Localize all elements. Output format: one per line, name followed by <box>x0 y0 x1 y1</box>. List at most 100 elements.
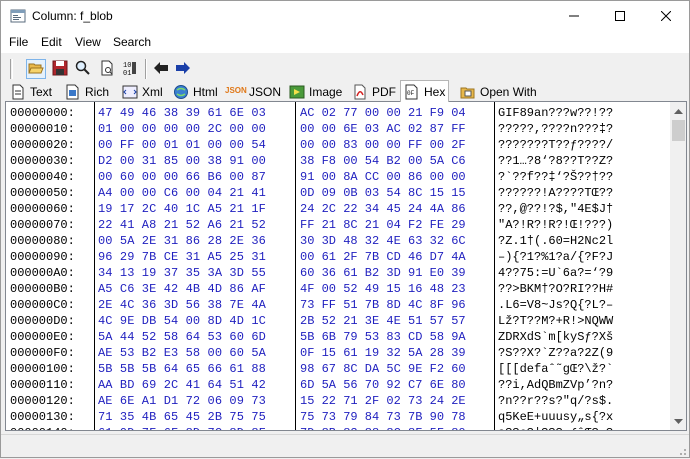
hex-bytes-group-2: 4F 00 52 49 15 16 48 23 <box>300 282 466 296</box>
hex-viewer[interactable]: 00000000: 47 49 46 38 39 61 6E 03 AC 02 77… <box>5 101 687 431</box>
hex-ascii: ??1…?8‘?8??T??Z? <box>498 154 614 168</box>
hex-bytes-group-1: 4C 9E DB 54 00 8D 4D 1C <box>98 314 266 328</box>
application-window: Column: f_blob File Edit View Search 10 … <box>0 0 690 458</box>
menu-file[interactable]: File <box>9 35 28 49</box>
tab-xml[interactable]: Xml <box>119 82 166 101</box>
hex-ascii: Lž?T??M?+R!>NQWW <box>498 314 614 328</box>
hex-row[interactable]: 00000020: 00 FF 00 01 01 00 00 54 00 00 83… <box>6 137 670 153</box>
find-icon <box>75 60 91 79</box>
svg-text:0F: 0F <box>407 90 415 97</box>
tab-image[interactable]: Image <box>286 82 345 101</box>
hex-row[interactable]: 000000B0: A5 C6 3E 42 4B 4D 86 AF 4F 00 52… <box>6 281 670 297</box>
hex-row[interactable]: 00000110: AA BD 69 2C 41 64 51 42 6D 5A 56… <box>6 377 670 393</box>
hex-bytes-group-1: 71 35 4B 65 45 2B 75 75 <box>98 410 266 424</box>
hex-row[interactable]: 00000090: 96 29 7B CE 31 A5 25 31 00 61 2F… <box>6 249 670 265</box>
tab-hex[interactable]: 0F Hex <box>400 80 450 102</box>
tab-hex-label: Hex <box>424 84 446 99</box>
back-button[interactable] <box>151 59 171 79</box>
vertical-scrollbar[interactable] <box>670 102 686 430</box>
hex-address: 00000100: <box>10 362 75 376</box>
hex-ascii: ??>BKM†?O?RI??H# <box>498 282 614 296</box>
tab-image-label: Image <box>309 84 343 99</box>
tab-pdf[interactable]: PDF <box>349 82 399 101</box>
svg-text:01: 01 <box>123 70 131 76</box>
tab-text[interactable]: Text <box>7 82 55 101</box>
json-icon: JSON <box>225 85 247 95</box>
hex-bytes-group-1: 22 41 A8 21 52 A6 21 52 <box>98 218 266 232</box>
hex-row[interactable]: 00000120: AE 6E A1 D1 72 06 09 73 15 22 71… <box>6 393 670 409</box>
hex-ascii: q5KeE+uuusy„s{?x <box>498 410 614 424</box>
menu-bar: File Edit View Search <box>1 31 689 53</box>
hex-address: 00000000: <box>10 106 75 120</box>
hex-row[interactable]: 00000000: 47 49 46 38 39 61 6E 03 AC 02 77… <box>6 105 670 121</box>
hex-bytes-group-1: AE 6E A1 D1 72 06 09 73 <box>98 394 266 408</box>
menu-edit[interactable]: Edit <box>41 35 62 49</box>
hex-bytes-group-1: 00 60 00 00 66 B6 00 87 <box>98 170 266 184</box>
hex-row[interactable]: 00000140: 61 9D 7F 6F 8D 7C 8D 8F 7D 8B 83… <box>6 425 670 430</box>
toolbar-separator <box>145 59 147 79</box>
hex-ascii: [[[defaˆ˜gŒ?\ž?` <box>498 362 614 376</box>
tab-xml-label: Xml <box>142 84 163 99</box>
save-button[interactable] <box>50 59 70 79</box>
hex-bytes-group-2: 60 36 61 B2 3D 91 E0 39 <box>300 266 466 280</box>
find-button[interactable] <box>73 59 93 79</box>
tab-json-label: JSON <box>249 84 282 99</box>
hex-row[interactable]: 00000040: 00 60 00 00 66 B6 00 87 91 00 8A… <box>6 169 670 185</box>
hex-row[interactable]: 00000100: 5B 5B 5B 64 65 66 61 88 98 67 8C… <box>6 361 670 377</box>
hex-address: 00000080: <box>10 234 75 248</box>
tab-html[interactable]: Html <box>170 82 221 101</box>
hex-bytes-group-1: 96 29 7B CE 31 A5 25 31 <box>98 250 266 264</box>
menu-search[interactable]: Search <box>113 35 151 49</box>
hex-bytes-group-1: 34 13 19 37 35 3A 3D 55 <box>98 266 266 280</box>
forward-arrow-icon <box>175 60 191 79</box>
hex-ascii: ??????!A????TŒ?? <box>498 186 614 200</box>
tab-json[interactable]: JSON JSON <box>222 82 284 101</box>
hex-row[interactable]: 00000060: 19 17 2C 40 1C A5 21 1F 24 2C 22… <box>6 201 670 217</box>
hex-address: 000000E0: <box>10 330 75 344</box>
hex-row[interactable]: 000000C0: 2E 4C 36 3D 56 38 7E 4A 73 FF 51… <box>6 297 670 313</box>
menu-view[interactable]: View <box>75 35 101 49</box>
hex-address: 00000050: <box>10 186 75 200</box>
hex-row[interactable]: 00000130: 71 35 4B 65 45 2B 75 75 75 73 79… <box>6 409 670 425</box>
hex-row[interactable]: 00000030: D2 00 31 85 00 38 91 00 38 F8 00… <box>6 153 670 169</box>
hex-row[interactable]: 00000080: 00 5A 2E 31 86 28 2E 36 30 3D 48… <box>6 233 670 249</box>
forward-button[interactable] <box>173 59 193 79</box>
hex-bytes-group-2: 38 F8 00 54 B2 00 5A C6 <box>300 154 466 168</box>
hex-bytes-group-2: 73 FF 51 7B 8D 4C 8F 96 <box>300 298 466 312</box>
scroll-down-button[interactable] <box>670 413 686 430</box>
hex-row[interactable]: 00000050: A4 00 00 C6 00 04 21 41 0D 09 0B… <box>6 185 670 201</box>
scroll-thumb[interactable] <box>672 120 685 141</box>
hex-ascii: ?????,????n???‡? <box>498 122 614 136</box>
binary-button[interactable]: 10 01 <box>120 59 140 79</box>
hex-row[interactable]: 000000F0: AE 53 B2 E3 58 00 60 5A 0F 15 61… <box>6 345 670 361</box>
pdf-icon <box>352 84 368 100</box>
hex-row[interactable]: 000000A0: 34 13 19 37 35 3A 3D 55 60 36 61… <box>6 265 670 281</box>
hex-bytes-group-2: 00 00 6E 03 AC 02 87 FF <box>300 122 466 136</box>
tab-rich[interactable]: Rich <box>62 82 112 101</box>
hex-bytes-group-2: 0D 09 0B 03 54 8C 15 15 <box>300 186 466 200</box>
binary-icon: 10 01 <box>122 60 138 79</box>
hex-row[interactable]: 00000070: 22 41 A8 21 52 A6 21 52 FF 21 8C… <box>6 217 670 233</box>
html-icon <box>173 84 189 100</box>
resize-grip-icon[interactable] <box>677 445 687 455</box>
hex-bytes-group-2: 30 3D 48 32 4E 63 32 6C <box>300 234 466 248</box>
toolbar-grip[interactable] <box>10 59 13 79</box>
hex-row[interactable]: 000000D0: 4C 9E DB 54 00 8D 4D 1C 2B 52 21… <box>6 313 670 329</box>
title-bar[interactable]: Column: f_blob <box>1 1 689 31</box>
page-button[interactable] <box>97 59 117 79</box>
hex-address: 000000D0: <box>10 314 75 328</box>
tab-open-with-label: Open With <box>480 84 537 99</box>
hex-row[interactable]: 000000E0: 5A 44 52 58 64 53 60 6D 5B 6B 79… <box>6 329 670 345</box>
open-button[interactable] <box>26 59 46 79</box>
maximize-button[interactable] <box>597 1 643 31</box>
hex-address: 00000070: <box>10 218 75 232</box>
scroll-up-button[interactable] <box>670 102 686 119</box>
hex-address: 00000060: <box>10 202 75 216</box>
hex-bytes-group-2: 15 22 71 2F 02 73 24 2E <box>300 394 466 408</box>
minimize-button[interactable] <box>551 1 597 31</box>
tab-open-with[interactable]: Open With <box>457 82 540 101</box>
hex-row[interactable]: 00000010: 01 00 00 00 00 2C 00 00 00 00 6E… <box>6 121 670 137</box>
hex-bytes-group-2: 98 67 8C DA 5C 9E F2 60 <box>300 362 466 376</box>
open-folder-icon <box>28 60 44 79</box>
close-button[interactable] <box>643 1 689 31</box>
